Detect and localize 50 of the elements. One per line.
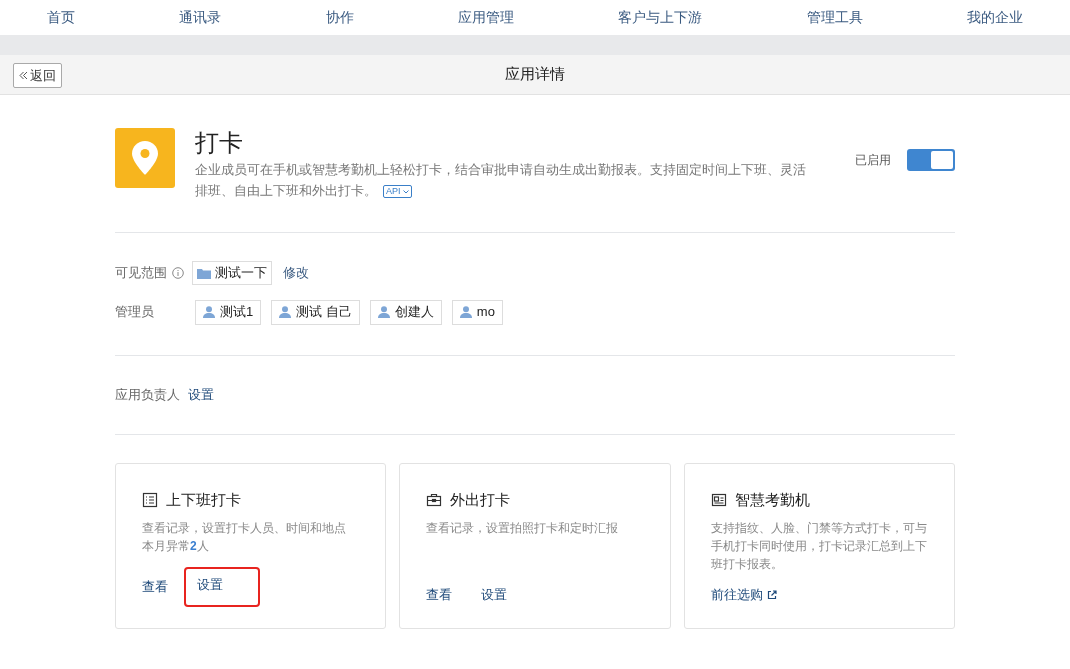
card-title: 智慧考勤机 [734,489,810,510]
external-link-icon [766,589,777,600]
briefcase-icon [426,491,443,508]
external-link[interactable]: 前往选购 [710,585,777,605]
admin-tag: 测试1 [195,299,262,325]
department-tag: 测试一下 [192,261,272,285]
person-icon [459,306,472,318]
app-name: 打卡 [195,128,244,158]
card-description: 支持指纹、人脸、门禁等方式打卡，可与手机打卡同时使用，打卡记录汇总到上下班打卡报表。 [710,520,928,573]
visibility-label: 可见范围 [115,264,167,283]
owner-set-link[interactable]: 设置 [188,385,214,405]
admin-tag: 测试 自己 [271,299,360,325]
location-pin-icon [132,141,158,175]
card-title: 外出打卡 [450,489,511,510]
admin-tag: 创建人 [369,299,442,325]
app-description: 企业成员可在手机或智慧考勤机上轻松打卡，结合审批申请自动生成出勤报表。支持固定时间上下班、灵活 [195,162,806,179]
nav-link[interactable]: 客户与上下游 [618,7,703,28]
device-icon [710,491,727,508]
card-link[interactable]: 查看 [426,585,453,605]
card-link[interactable]: 查看 [142,568,168,605]
admins-label: 管理员 [115,303,155,322]
card-description: 查看记录，设置拍照打卡和定时汇报 [426,520,620,537]
card-description: 本月异常2人 [142,538,210,555]
person-icon [377,306,390,318]
nav-link[interactable]: 协作 [325,7,354,28]
card-link[interactable]: 设置 [186,568,258,605]
nav-link[interactable]: 应用管理 [458,7,514,28]
nav-link[interactable]: 通讯录 [179,7,222,28]
list-icon [142,491,158,508]
api-dropdown[interactable]: API [383,185,412,198]
card-link[interactable]: 设置 [481,585,508,605]
nav-link[interactable]: 管理工具 [806,7,863,28]
info-icon[interactable] [172,267,184,279]
back-button[interactable]: 返回 [13,63,62,88]
nav-link[interactable]: 我的企业 [966,7,1023,28]
card-description: 查看记录，设置打卡人员、时间和地点 [142,520,347,537]
owner-label: 应用负责人 [115,386,180,404]
person-icon [203,306,215,318]
page-title: 应用详情 [505,64,565,85]
app-description: 排班、自由上下班和外出打卡。 [195,183,377,200]
double-chevron-icon [19,71,28,80]
nav-link[interactable]: 首页 [47,7,75,28]
enable-toggle[interactable] [907,149,955,171]
caret-icon [402,189,409,194]
folder-icon [197,267,211,279]
admin-tag: mo [451,299,503,325]
status-label: 已启用 [855,152,891,169]
card-title: 上下班打卡 [166,489,241,510]
person-icon [279,306,292,318]
edit-link[interactable]: 修改 [283,263,309,283]
